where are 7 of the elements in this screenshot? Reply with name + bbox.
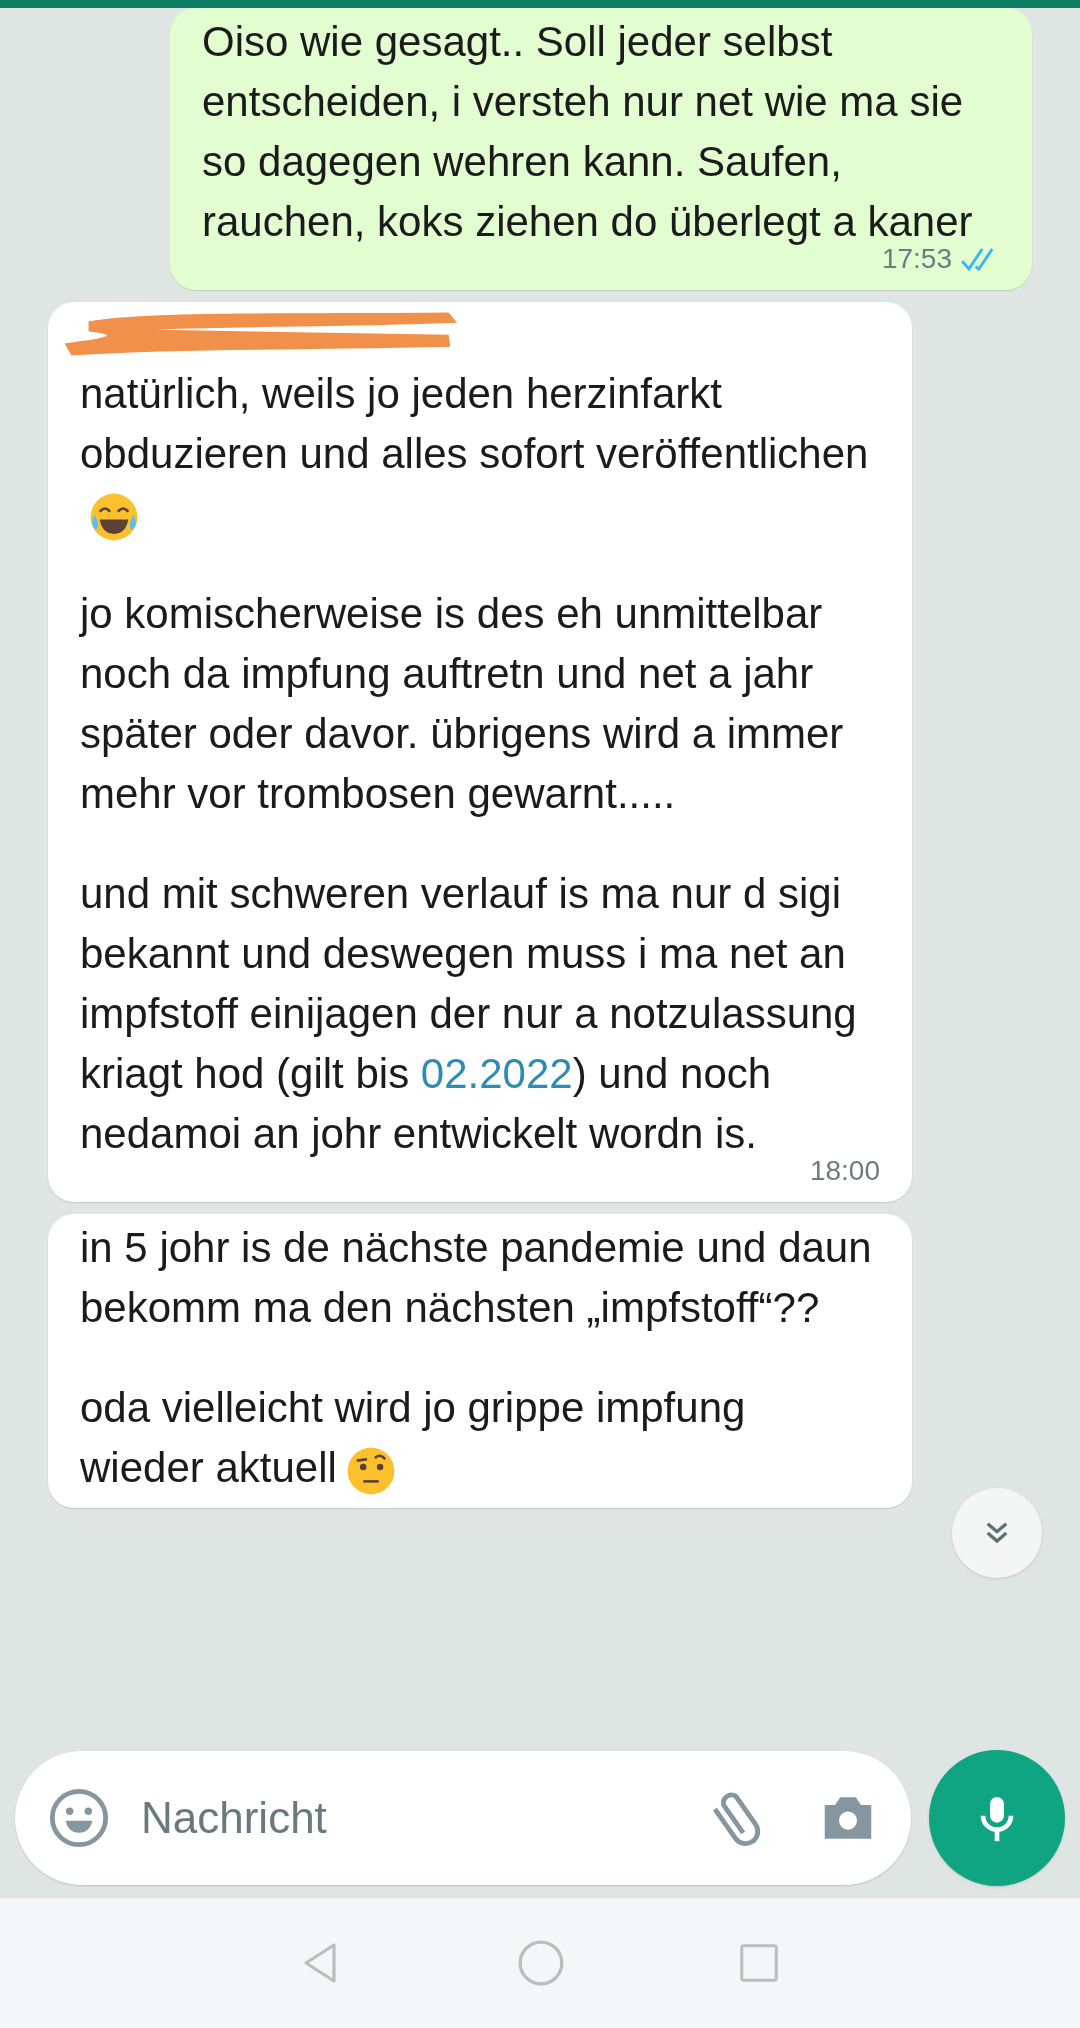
message-text: natürlich, weils jo jeden herzinfarkt obduzieren und alles sofort veröffentlichen	[80, 364, 880, 544]
message-field[interactable]: Nachricht	[141, 1785, 673, 1851]
message-text: in 5 johr is de nächste pandemie und daun bekomm ma den nächsten „impfstoff“??	[80, 1223, 873, 1333]
message-text: oda vielleicht wird jo grippe impfung wieder aktuell	[80, 1378, 880, 1498]
message-text: jo komischerweise is des eh unmittelbar noch da impfung auftretn und net a jahr später oder davor. übrigens wird a immer mehr vor trombosen gewarnt.....	[80, 589, 845, 819]
date-link[interactable]: 02.2022	[420, 1050, 573, 1097]
message-input[interactable]: Nachricht	[15, 1751, 911, 1885]
